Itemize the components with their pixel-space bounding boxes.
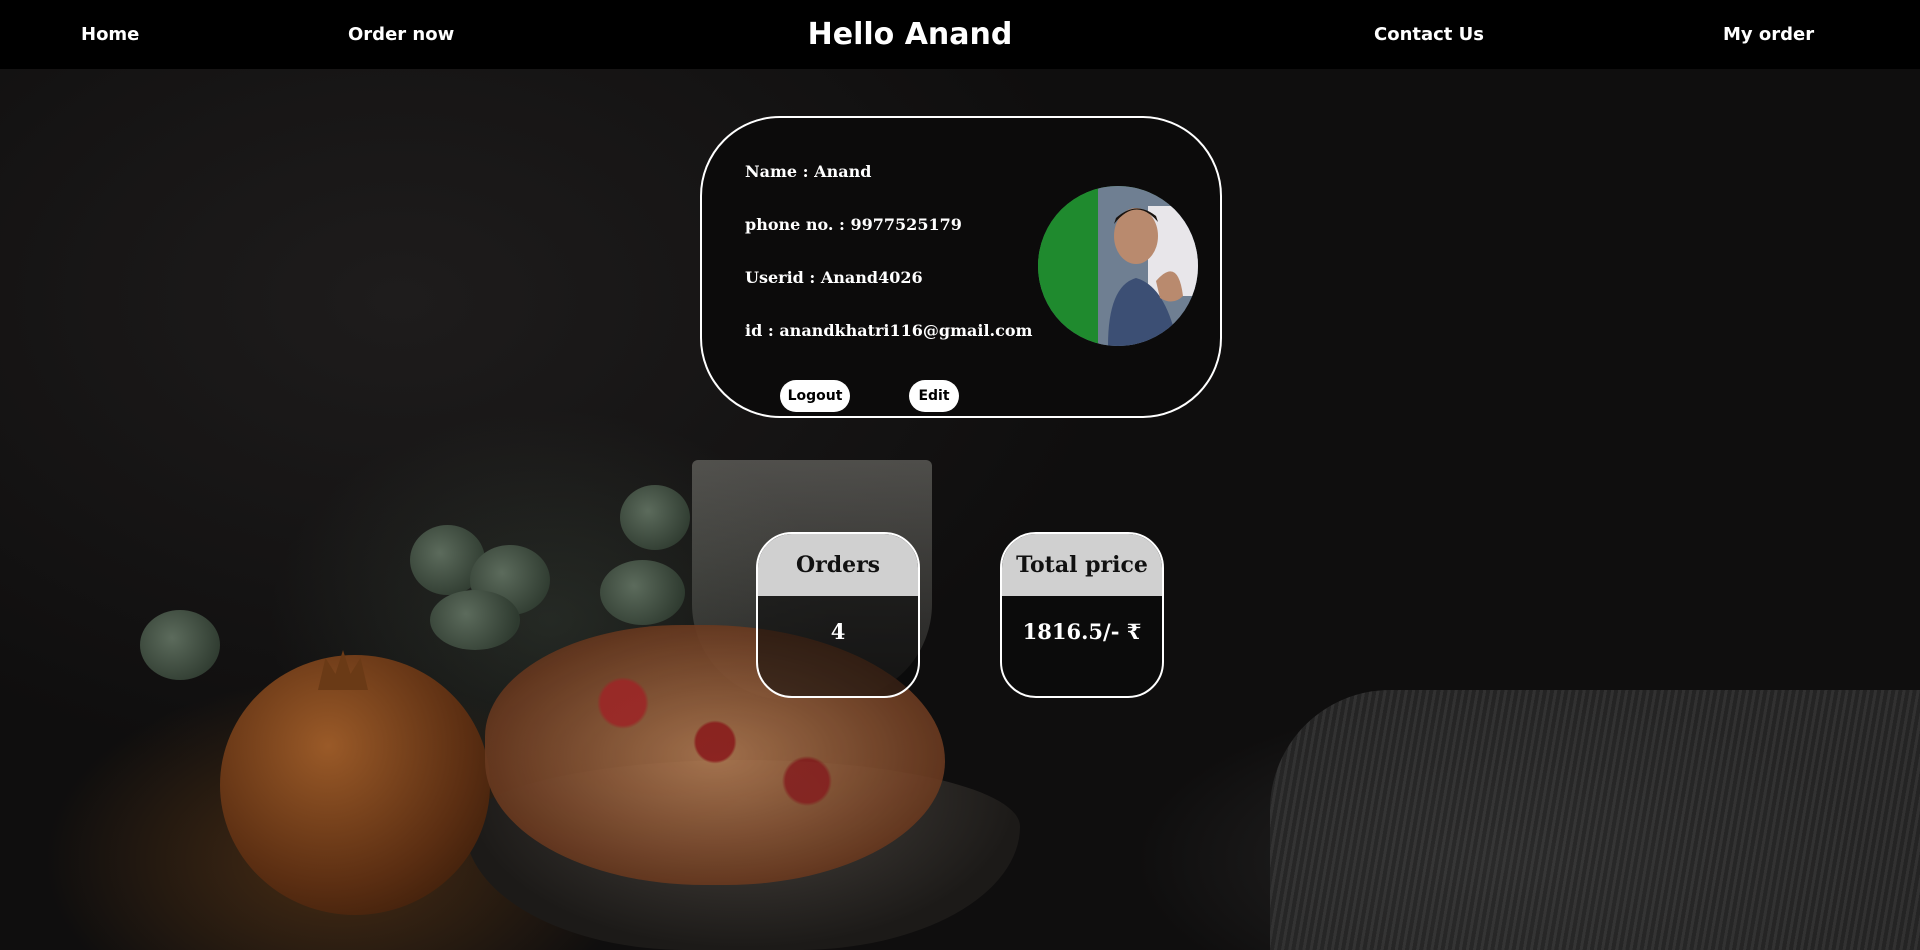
nav-link-my-order[interactable]: My order: [1723, 0, 1814, 69]
leaf-decoration: [620, 485, 690, 550]
orders-card: Orders 4: [756, 532, 920, 698]
profile-card: Name : Anand phone no. : 9977525179 User…: [700, 116, 1222, 418]
total-price-label: Total price: [1002, 534, 1162, 596]
nav-link-contact-us[interactable]: Contact Us: [1374, 0, 1484, 69]
total-price-card: Total price 1816.5/- ₹: [1000, 532, 1164, 698]
total-price-value: 1816.5/- ₹: [1022, 619, 1142, 644]
page-title: Hello Anand: [807, 17, 1013, 52]
avatar: [1038, 186, 1198, 346]
leaf-decoration: [140, 610, 220, 680]
top-navbar: Home Order now Hello Anand Contact Us My…: [0, 0, 1920, 69]
avatar-photo: [1038, 186, 1198, 346]
pomegranate-decoration: [220, 655, 490, 915]
orders-card-label: Orders: [758, 534, 918, 596]
nav-link-order-now[interactable]: Order now: [348, 0, 454, 69]
leaf-decoration: [430, 590, 520, 650]
cloth-decoration: [1270, 690, 1920, 950]
profile-name: Name : Anand: [745, 162, 872, 181]
profile-userid: Userid : Anand4026: [745, 268, 923, 287]
profile-phone: phone no. : 9977525179: [745, 215, 962, 234]
profile-email: id : anandkhatri116@gmail.com: [745, 321, 1033, 340]
leaf-decoration: [600, 560, 685, 625]
edit-button[interactable]: Edit: [909, 380, 959, 412]
logout-button[interactable]: Logout: [780, 380, 850, 412]
orders-count: 4: [830, 619, 846, 644]
nav-link-home[interactable]: Home: [81, 0, 139, 69]
